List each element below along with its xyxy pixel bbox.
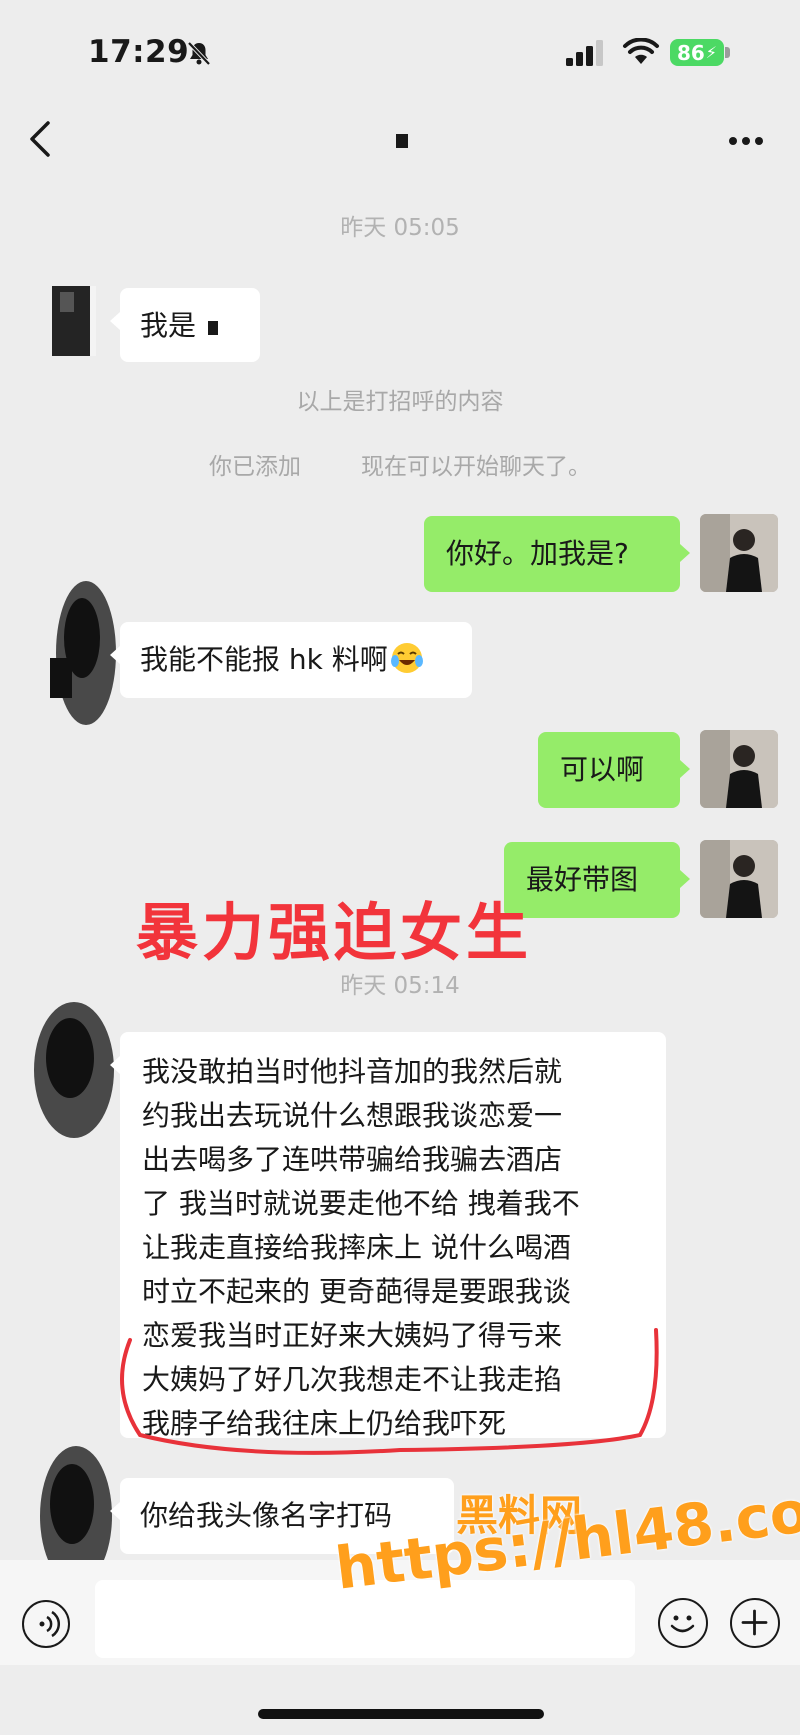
cellular-signal-icon	[566, 40, 603, 66]
bubble-tail	[110, 1502, 120, 1520]
message-text: 最好带图	[526, 863, 639, 896]
home-indicator	[258, 1709, 544, 1719]
system-message: 你已添加 现在可以开始聊天了。	[0, 447, 800, 481]
avatar-contact-redacted[interactable]	[22, 1000, 118, 1150]
battery-tip	[725, 47, 730, 58]
system-message: 以上是打招呼的内容	[296, 389, 504, 415]
bubble-tail	[680, 544, 690, 562]
avatar-contact-redacted[interactable]	[46, 578, 120, 728]
chat-title-redacted	[396, 134, 408, 148]
message-line: 约我出去玩说什么想跟我谈恋爱一	[142, 1099, 563, 1132]
bell-muted-icon	[187, 41, 211, 66]
back-chevron-icon[interactable]	[26, 120, 56, 158]
battery-indicator: 86 ⚡	[670, 39, 724, 66]
bubble-tail	[110, 312, 120, 330]
message-bubble-incoming[interactable]: 我能不能报 hk 料啊	[120, 622, 472, 698]
avatar-self[interactable]	[700, 514, 778, 592]
voice-icon	[39, 1610, 61, 1638]
bubble-tail	[680, 760, 690, 778]
wifi-icon	[623, 38, 659, 64]
smiley-icon	[670, 1615, 695, 1633]
message-text: 我是	[140, 309, 197, 342]
red-underline-annotation	[120, 1328, 659, 1455]
system-message-part: 你已添加	[209, 454, 301, 480]
message-line: 让我走直接给我摔床上 说什么喝酒	[142, 1231, 571, 1264]
bubble-tail	[110, 646, 120, 664]
red-caption-overlay: 暴力强迫女生	[136, 896, 533, 969]
message-line: 了 我当时就说要走他不给 拽着我不	[142, 1187, 580, 1220]
emoji-button[interactable]	[658, 1598, 708, 1648]
message-line: 时立不起来的 更奇葩得是要跟我谈	[142, 1275, 571, 1308]
avatar-contact-redacted[interactable]	[46, 282, 120, 360]
redaction-mark	[208, 321, 219, 335]
avatar-self[interactable]	[700, 840, 778, 918]
battery-level: 86	[676, 40, 705, 65]
crying-laughing-emoji-icon	[390, 641, 424, 675]
avatar-self[interactable]	[700, 730, 778, 808]
system-message-part: 现在可以开始聊天了。	[361, 454, 591, 480]
bubble-tail	[110, 1056, 120, 1074]
more-options-icon[interactable]	[728, 136, 764, 146]
status-time: 17:29	[88, 34, 190, 70]
message-text: 可以啊	[560, 753, 645, 786]
message-bubble-outgoing[interactable]: 你好。加我是?	[424, 516, 680, 592]
timestamp: 昨天 05:05	[340, 215, 460, 241]
plus-icon	[741, 1609, 768, 1636]
message-line: 我没敢拍当时他抖音加的我然后就	[142, 1055, 563, 1088]
message-text: 我能不能报 hk 料啊	[140, 643, 388, 676]
voice-input-button[interactable]	[22, 1600, 70, 1648]
bubble-tail	[680, 870, 690, 888]
message-bubble-incoming[interactable]: 我是	[120, 288, 260, 362]
message-bubble-outgoing[interactable]: 可以啊	[538, 732, 680, 808]
message-line: 出去喝多了连哄带骗给我骗去酒店	[142, 1143, 563, 1176]
message-text: 你好。加我是?	[446, 537, 629, 570]
plus-button[interactable]	[730, 1598, 780, 1648]
message-text: 你给我头像名字打码	[140, 1499, 393, 1532]
